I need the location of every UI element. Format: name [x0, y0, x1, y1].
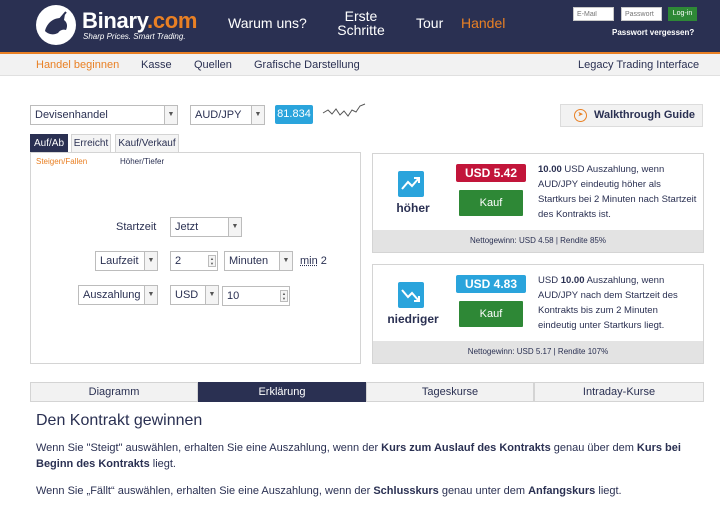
subtab-higher-lower[interactable]: Höher/Tiefer [120, 157, 164, 166]
asset-select[interactable]: AUD/JPY ▼ [190, 105, 265, 125]
subtab-rise-fall[interactable]: Steigen/Fallen [36, 157, 87, 166]
contract-description-higher: 10.00 USD Auszahlung, wenn AUD/JPY einde… [538, 164, 697, 220]
contract-direction-lower: niedriger [387, 312, 439, 326]
trend-up-icon [398, 171, 424, 197]
site-header: Binary.com Sharp Prices. Smart Trading. … [0, 0, 720, 52]
content-title: Den Kontrakt gewinnen [36, 412, 203, 429]
subnav-sources[interactable]: Quellen [194, 59, 232, 71]
email-field[interactable] [573, 7, 614, 21]
explanation-paragraph-fall: Wenn Sie „Fällt“ auswählen, erhalten Sie… [36, 485, 622, 497]
subnav-legacy[interactable]: Legacy Trading Interface [578, 59, 699, 71]
contract-card-lower: niedriger USD 4.83 Kauf USD 10.00 Auszah… [372, 264, 704, 364]
password-field[interactable] [621, 7, 662, 21]
trend-down-icon [398, 282, 424, 308]
nav-first-steps[interactable]: Erste Schritte [336, 9, 386, 37]
currency-select[interactable]: USD ▼ [170, 285, 219, 305]
login-button[interactable]: Log-in [668, 7, 697, 21]
spot-sparkline [322, 103, 366, 117]
explanation-paragraph-rise: Wenn Sie "Steigt" auswählen, erhalten Si… [36, 442, 681, 470]
tab-up-down[interactable]: Auf/Ab [30, 134, 68, 152]
market-select[interactable]: Devisenhandel ▼ [30, 105, 178, 125]
duration-unit-select[interactable]: Minuten ▼ [224, 251, 293, 271]
forgot-password-link[interactable]: Passwort vergessen? [612, 28, 694, 37]
chevron-down-icon: ▼ [164, 106, 177, 124]
subnav-charting[interactable]: Grafische Darstellung [254, 59, 360, 71]
buy-higher-button[interactable]: Kauf [459, 190, 523, 216]
contract-description-lower: USD 10.00 Auszahlung, wenn AUD/JPY nach … [538, 275, 678, 331]
nav-trade[interactable]: Handel [461, 16, 505, 30]
chevron-down-icon: ▼ [144, 286, 157, 304]
tab-touch[interactable]: Erreicht [71, 134, 111, 152]
tab-intraday-prices[interactable]: Intraday-Kurse [534, 382, 704, 402]
nav-tour[interactable]: Tour [416, 16, 443, 30]
tab-chart[interactable]: Diagramm [30, 382, 198, 402]
start-time-select[interactable]: Jetzt ▼ [170, 217, 242, 237]
contract-footer-lower: Nettogewinn: USD 5.17 | Rendite 107% [373, 341, 703, 363]
contract-footer-higher: Nettogewinn: USD 4.58 | Rendite 85% [373, 230, 703, 252]
nav-why-us[interactable]: Warum uns? [228, 16, 307, 30]
contract-card-higher: höher USD 5.42 Kauf 10.00 USD Auszahlung… [372, 153, 704, 253]
start-time-label: Startzeit [116, 221, 157, 233]
subnav-start-trading[interactable]: Handel beginnen [36, 59, 119, 71]
minimum-duration-hint: min 2 [300, 255, 327, 267]
chevron-down-icon: ▼ [279, 252, 292, 270]
stepper-icon[interactable]: ▲ ▼ [208, 255, 216, 267]
duration-type-select[interactable]: Laufzeit ▼ [95, 251, 158, 271]
buy-lower-button[interactable]: Kauf [459, 301, 523, 327]
brand-tagline: Sharp Prices. Smart Trading. [83, 32, 186, 41]
contract-price-higher: USD 5.42 [456, 164, 526, 182]
chevron-down-icon: ▼ [205, 286, 218, 304]
walkthrough-guide-button[interactable]: ➤ Walkthrough Guide [560, 104, 703, 127]
chevron-down-icon: ▼ [251, 106, 264, 124]
sub-navigation: Handel beginnen Kasse Quellen Grafische … [0, 54, 720, 76]
amount-input[interactable]: 10 ▲ ▼ [222, 286, 290, 306]
brand-name[interactable]: Binary.com [82, 8, 198, 34]
tab-daily-prices[interactable]: Tageskurse [366, 382, 534, 402]
compass-icon: ➤ [574, 109, 587, 122]
bull-logo-icon[interactable] [36, 5, 76, 45]
chevron-down-icon: ▼ [144, 252, 157, 270]
chevron-down-icon: ▼ [228, 218, 241, 236]
payout-type-select[interactable]: Auszahlung ▼ [78, 285, 158, 305]
contract-direction-higher: höher [396, 201, 430, 215]
spot-price: 81.834 [275, 105, 313, 124]
duration-amount-input[interactable]: 2 ▲ ▼ [170, 251, 218, 271]
tab-explanation[interactable]: Erklärung [198, 382, 366, 402]
subnav-cashier[interactable]: Kasse [141, 59, 172, 71]
contract-price-lower: USD 4.83 [456, 275, 526, 293]
tab-buy-sell[interactable]: Kauf/Verkauf [115, 134, 179, 152]
stepper-icon[interactable]: ▲ ▼ [280, 290, 288, 302]
